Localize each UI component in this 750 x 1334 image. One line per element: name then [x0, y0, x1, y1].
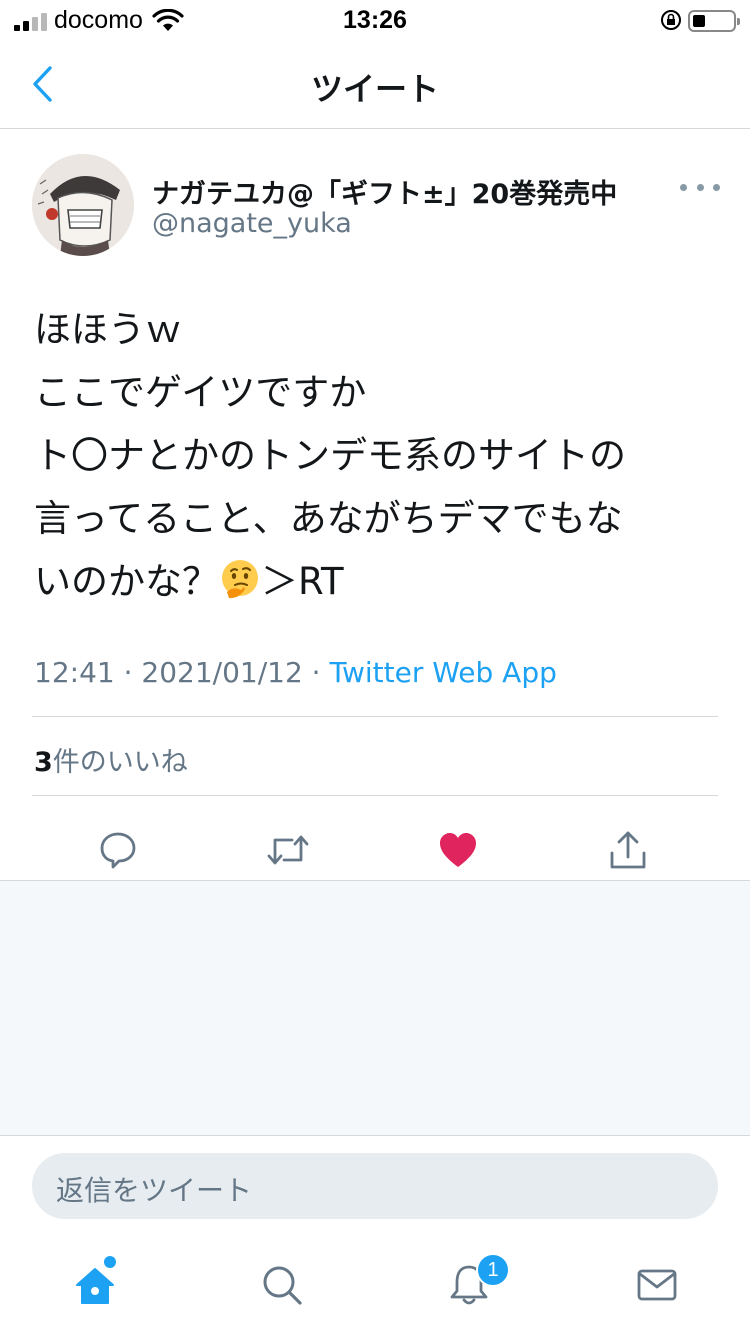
tweet-source-link[interactable]: Twitter Web App: [329, 656, 556, 689]
like-button[interactable]: [428, 820, 488, 880]
status-time: 13:26: [343, 6, 407, 34]
tweet-text-line: いのかな？: [34, 560, 219, 603]
rotation-lock-icon: [661, 10, 681, 30]
reply-button[interactable]: [88, 820, 148, 880]
more-dots-icon: [680, 183, 687, 191]
more-options-button[interactable]: [680, 180, 720, 194]
tweet-timestamp: 12:41 · 2021/01/12 ·: [34, 656, 330, 689]
tweet-actions: [0, 820, 750, 880]
likes-count-row[interactable]: 3件のいいね: [34, 740, 188, 779]
reply-input[interactable]: 返信をツイート: [32, 1153, 718, 1219]
avatar[interactable]: [32, 154, 134, 256]
messages-envelope-icon: [637, 1269, 677, 1301]
avatar-illustration-icon: [32, 154, 134, 256]
battery-icon: [688, 10, 740, 32]
thinking-face-emoji-icon: [222, 560, 258, 599]
tweet-text-line: ここでゲイツですか: [34, 371, 367, 414]
reply-placeholder: 返信をツイート: [56, 1174, 253, 1207]
share-icon: [610, 831, 646, 869]
tab-messages[interactable]: [622, 1250, 692, 1320]
tweet-text-line: ト〇ナとかのトンデモ系のサイトの: [34, 434, 626, 477]
likes-label: 件のいいね: [52, 747, 188, 778]
reply-icon: [100, 832, 136, 869]
tweet-text-line: ＞RT: [261, 560, 344, 603]
status-bar: docomo 13:26: [0, 0, 750, 40]
retweet-button[interactable]: [258, 820, 318, 880]
tweet-text-line: ほほうｗ: [34, 308, 182, 351]
tweet-text: ほほうｗ ここでゲイツですか ト〇ナとかのトンデモ系のサイトの 言ってること、あ…: [34, 298, 724, 613]
nav-bar: ツイート: [0, 40, 750, 129]
likes-count: 3: [34, 747, 53, 778]
home-icon: [76, 1268, 114, 1304]
share-button[interactable]: [598, 820, 658, 880]
author-handle[interactable]: @nagate_yuka: [152, 208, 352, 239]
search-icon: [263, 1266, 302, 1305]
page-title: ツイート: [310, 70, 439, 108]
notifications-badge: 1: [476, 1253, 510, 1287]
tab-home[interactable]: [60, 1250, 130, 1320]
divider: [32, 795, 718, 796]
tweet-meta: 12:41 · 2021/01/12 · Twitter Web App: [34, 656, 557, 689]
tab-search[interactable]: [247, 1250, 317, 1320]
tweet-text-line: 言ってること、あながちデマでもな: [34, 497, 623, 540]
replies-area: [0, 880, 750, 1136]
author-name[interactable]: ナガテユカ@「ギフト±」20巻発売中: [152, 172, 617, 211]
tab-bar: 1: [0, 1240, 750, 1334]
divider: [32, 716, 718, 717]
retweet-icon: [267, 835, 309, 865]
like-heart-icon: [440, 833, 476, 867]
home-new-content-dot: [104, 1256, 116, 1268]
tweet-text-line-last: いのかな？ ＞RT: [34, 550, 724, 613]
